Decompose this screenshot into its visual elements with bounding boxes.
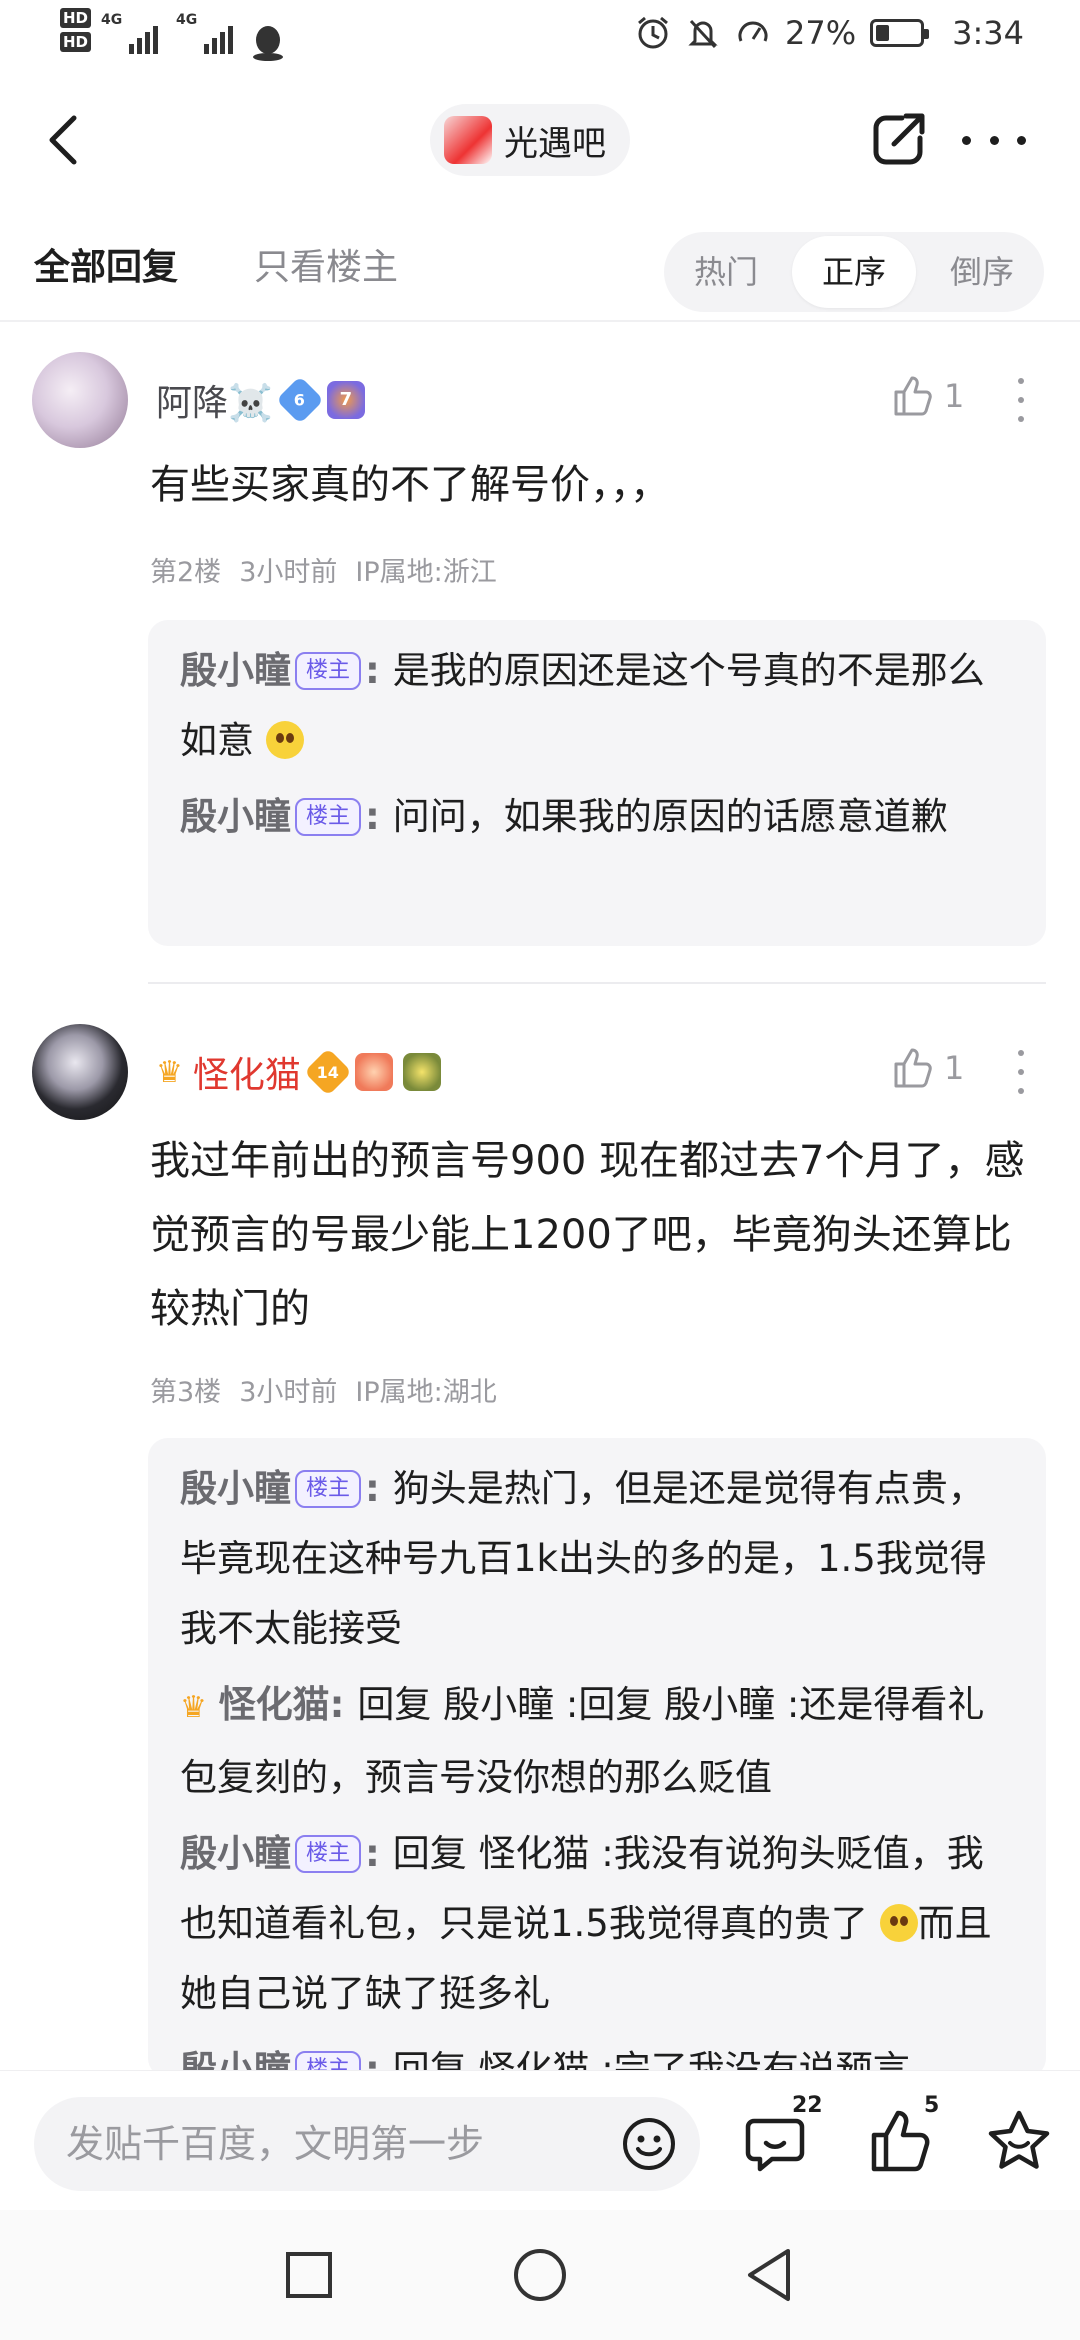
crown-icon: ♛: [156, 1054, 183, 1090]
level-number: 6: [294, 390, 306, 410]
reply-item[interactable]: 殷小瞳 楼主: 是我的原因还是这个号真的不是那么如意: [180, 636, 1014, 776]
tab-only-op[interactable]: 只看楼主: [254, 238, 398, 290]
wings-badge-icon: [354, 1053, 393, 1091]
post-meta: 第2楼 3小时前 IP属地:浙江: [150, 550, 497, 589]
floor-number: 第3楼: [150, 1377, 222, 1408]
thumbs-up-icon: [894, 376, 932, 416]
hd1-icon: HD: [60, 8, 92, 28]
more-options-icon[interactable]: [962, 120, 1026, 160]
comment-count: 22: [792, 2093, 823, 2118]
post-meta: 第3楼 3小时前 IP属地:湖北: [150, 1370, 497, 1409]
member-badge-icon: 7: [326, 381, 365, 419]
status-left: HD HD 4G 4G: [60, 8, 285, 62]
username: 怪化猫: [192, 1055, 301, 1096]
reply-item[interactable]: 殷小瞳 楼主: 问问，如果我的原因的话愿意道歉: [180, 782, 1014, 852]
like-count: 1: [944, 1049, 965, 1087]
post-time: 3小时前: [239, 1377, 338, 1408]
back-arrow-icon[interactable]: [40, 112, 90, 168]
share-icon[interactable]: [866, 108, 930, 172]
signal2-icon: 4G: [176, 12, 241, 54]
like-button[interactable]: 1: [890, 1046, 964, 1090]
battery-percent: 27%: [785, 14, 857, 52]
reply-author[interactable]: 殷小瞳: [180, 795, 291, 838]
reply-box[interactable]: 殷小瞳 楼主: 是我的原因还是这个号真的不是那么如意 殷小瞳 楼主: 问问，如果我的…: [148, 620, 1046, 946]
like-count: 5: [924, 2093, 940, 2118]
reply-input[interactable]: [66, 2097, 606, 2191]
hd2-icon: HD: [60, 32, 92, 52]
data-saver-icon: [738, 21, 768, 42]
filter-row: 全部回复 只看楼主 热门 正序 倒序: [0, 226, 1080, 322]
crown-icon: ♛: [180, 1690, 207, 1725]
op-tag: 楼主: [295, 1835, 362, 1873]
status-right: 27% 3:34: [635, 14, 1024, 52]
level-number: 14: [316, 1062, 340, 1082]
like-count: 1: [944, 377, 965, 415]
top-nav: 光遇吧: [0, 90, 1080, 190]
level-badge-icon: 14: [303, 1047, 352, 1097]
tab-all-replies[interactable]: 全部回复: [34, 238, 178, 290]
post-menu-icon[interactable]: [1014, 1050, 1028, 1094]
recent-apps-icon[interactable]: [284, 2250, 334, 2300]
ip-location: IP属地:湖北: [355, 1377, 497, 1408]
thumbs-up-icon: [894, 1048, 932, 1088]
post-content: 我过年前出的预言号900 现在都过去7个月了，感觉预言的号最少能上1200了吧，…: [150, 1138, 1025, 1332]
ip-location: IP属地:浙江: [355, 557, 497, 588]
avatar[interactable]: [32, 352, 128, 448]
reply-item[interactable]: 殷小瞳 楼主: 狗头是热门，但是还是觉得有点贵，毕竟现在这种号九百1k出头的多的是…: [180, 1454, 1014, 1664]
reply-input-bar: 22 5: [0, 2070, 1080, 2210]
username: 阿降☠️: [156, 383, 273, 424]
avatar[interactable]: [32, 1024, 128, 1120]
system-nav-bar: [0, 2210, 1080, 2340]
battery-icon: [870, 19, 930, 47]
mute-bell-icon: [688, 19, 718, 49]
status-bar: HD HD 4G 4G 27% 3:34: [0, 0, 1080, 80]
reply-item[interactable]: ♛ 怪化猫: 回复 殷小瞳 :回复 殷小瞳 :还是得看礼包复刻的，预言号没你想的…: [180, 1670, 1014, 1813]
emoji-picker-icon[interactable]: [620, 2115, 678, 2173]
reply-text: 问问，如果我的原因的话愿意道歉: [392, 795, 948, 838]
username-row[interactable]: 阿降☠️ 6 7: [156, 374, 365, 426]
sort-ascending[interactable]: 正序: [792, 236, 916, 308]
pleading-emoji-icon: [879, 1904, 918, 1942]
star-medal-icon: [402, 1053, 441, 1091]
post-time: 3小时前: [239, 557, 338, 588]
back-nav-icon[interactable]: [744, 2247, 794, 2303]
forum-avatar: [444, 116, 492, 164]
hd-indicators: HD HD: [60, 8, 92, 52]
screen: { "status_bar": { "hd1": "HD", "hd2": "H…: [0, 0, 1080, 2340]
reply-author[interactable]: 殷小瞳: [180, 1467, 291, 1510]
reply-author[interactable]: 殷小瞳: [180, 649, 291, 692]
op-tag: 楼主: [295, 1470, 362, 1508]
like-button[interactable]: 1: [890, 374, 964, 418]
reply-box[interactable]: 殷小瞳 楼主: 狗头是热门，但是还是觉得有点贵，毕竟现在这种号九百1k出头的多的是…: [148, 1438, 1046, 2078]
reply-item[interactable]: 殷小瞳 楼主: 回复 怪化猫 :我没有说狗头贬值，我也知道看礼包，只是说1.5我觉…: [180, 1819, 1014, 2029]
username-row[interactable]: ♛ 怪化猫 14: [156, 1046, 441, 1098]
op-tag: 楼主: [295, 652, 362, 690]
level-badge-icon: 6: [275, 375, 324, 425]
signal1-icon: 4G: [101, 12, 166, 54]
floor-number: 第2楼: [150, 557, 222, 588]
home-icon[interactable]: [512, 2247, 568, 2303]
pleading-emoji-icon: [265, 721, 304, 759]
alarm-icon: [638, 16, 668, 49]
network-type-1: 4G: [101, 12, 123, 28]
reply-author[interactable]: 殷小瞳: [180, 1832, 291, 1875]
op-tag: 楼主: [295, 798, 362, 836]
post-menu-icon[interactable]: [1014, 378, 1028, 422]
reply-author[interactable]: 怪化猫: [219, 1683, 330, 1726]
sort-segmented-control: 热门 正序 倒序: [664, 232, 1044, 312]
star-favorite-icon[interactable]: [984, 2107, 1054, 2177]
forum-title-pill[interactable]: 光遇吧: [430, 104, 630, 176]
sort-descending[interactable]: 倒序: [920, 236, 1044, 308]
member-badge-level: 7: [339, 389, 353, 410]
qq-icon: [253, 26, 284, 61]
network-type-2: 4G: [176, 12, 198, 28]
sort-hot[interactable]: 热门: [664, 236, 788, 308]
forum-name: 光遇吧: [504, 123, 606, 164]
post-divider: [148, 982, 1046, 984]
clock: 3:34: [952, 14, 1024, 52]
reply-input-pill[interactable]: [34, 2097, 700, 2191]
post-content: 有些买家真的不了解号价，，，: [150, 462, 670, 508]
